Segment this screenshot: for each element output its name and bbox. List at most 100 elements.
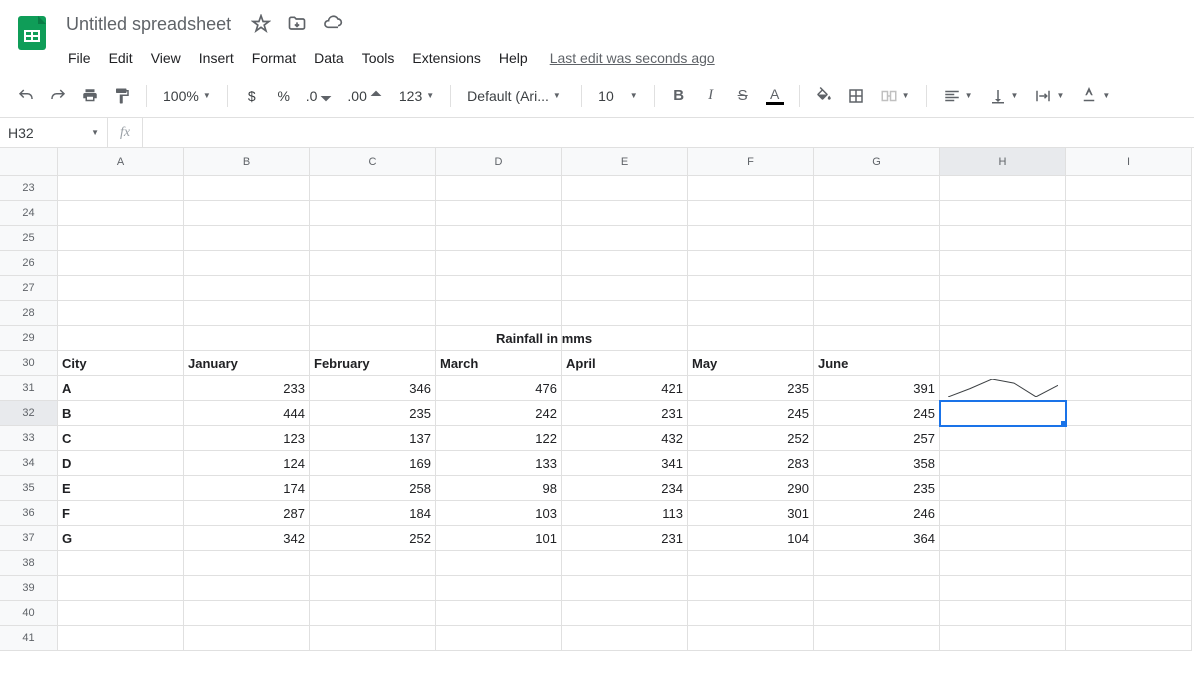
- cell[interactable]: E: [58, 476, 184, 501]
- cell[interactable]: [1066, 601, 1192, 626]
- cell[interactable]: [940, 551, 1066, 576]
- cell[interactable]: 98: [436, 476, 562, 501]
- menu-tools[interactable]: Tools: [354, 46, 403, 70]
- cell[interactable]: F: [58, 501, 184, 526]
- row-header[interactable]: 29: [0, 326, 58, 351]
- cell[interactable]: [436, 176, 562, 201]
- cell[interactable]: [1066, 351, 1192, 376]
- cell[interactable]: [310, 301, 436, 326]
- cell[interactable]: [562, 576, 688, 601]
- cell[interactable]: [184, 551, 310, 576]
- menu-help[interactable]: Help: [491, 46, 536, 70]
- cell[interactable]: [1066, 401, 1192, 426]
- col-header[interactable]: I: [1066, 148, 1192, 176]
- cell[interactable]: [58, 276, 184, 301]
- cell[interactable]: 258: [310, 476, 436, 501]
- cell[interactable]: 235: [688, 376, 814, 401]
- cell[interactable]: [436, 551, 562, 576]
- cell[interactable]: [310, 576, 436, 601]
- font-size-dropdown[interactable]: 10▼: [592, 82, 644, 110]
- cell[interactable]: [310, 226, 436, 251]
- cell[interactable]: [814, 551, 940, 576]
- cell[interactable]: [940, 576, 1066, 601]
- merge-cells-dropdown[interactable]: ▼: [874, 82, 916, 110]
- col-header[interactable]: A: [58, 148, 184, 176]
- move-folder-icon[interactable]: [285, 12, 309, 36]
- cell[interactable]: [58, 626, 184, 651]
- cell[interactable]: 233: [184, 376, 310, 401]
- doc-title[interactable]: Untitled spreadsheet: [60, 12, 237, 37]
- cell[interactable]: [1066, 476, 1192, 501]
- cell[interactable]: [688, 601, 814, 626]
- cell[interactable]: [562, 201, 688, 226]
- cell[interactable]: [940, 501, 1066, 526]
- row-header[interactable]: 40: [0, 601, 58, 626]
- cell[interactable]: 104: [688, 526, 814, 551]
- cell[interactable]: [562, 626, 688, 651]
- print-button[interactable]: [76, 82, 104, 110]
- cell[interactable]: [940, 601, 1066, 626]
- cell[interactable]: [940, 276, 1066, 301]
- increase-decimal-button[interactable]: .00: [343, 82, 388, 110]
- row-header[interactable]: 31: [0, 376, 58, 401]
- cell[interactable]: [184, 176, 310, 201]
- cell[interactable]: [436, 601, 562, 626]
- cell[interactable]: A: [58, 376, 184, 401]
- cell[interactable]: 252: [688, 426, 814, 451]
- bold-button[interactable]: B: [665, 82, 693, 110]
- borders-button[interactable]: [842, 82, 870, 110]
- spreadsheet-grid[interactable]: 23242526272829303132333435363738394041 A…: [0, 148, 1194, 651]
- cell[interactable]: 364: [814, 526, 940, 551]
- cell[interactable]: [814, 176, 940, 201]
- col-header[interactable]: B: [184, 148, 310, 176]
- cell[interactable]: 124: [184, 451, 310, 476]
- cell[interactable]: [814, 576, 940, 601]
- cell[interactable]: [310, 601, 436, 626]
- cell[interactable]: [1066, 526, 1192, 551]
- cell[interactable]: [436, 201, 562, 226]
- cell[interactable]: [184, 301, 310, 326]
- cell[interactable]: [688, 226, 814, 251]
- sheets-logo[interactable]: [12, 12, 52, 52]
- cell[interactable]: 234: [562, 476, 688, 501]
- cell[interactable]: [562, 226, 688, 251]
- cell[interactable]: 231: [562, 526, 688, 551]
- cell[interactable]: 245: [814, 401, 940, 426]
- cell[interactable]: [814, 626, 940, 651]
- cell[interactable]: March: [436, 351, 562, 376]
- cell[interactable]: 346: [310, 376, 436, 401]
- cell[interactable]: 246: [814, 501, 940, 526]
- row-header[interactable]: 26: [0, 251, 58, 276]
- cell[interactable]: [1066, 176, 1192, 201]
- cell[interactable]: [1066, 576, 1192, 601]
- font-dropdown[interactable]: Default (Ari...▼: [461, 82, 571, 110]
- cell[interactable]: [562, 301, 688, 326]
- row-header[interactable]: 37: [0, 526, 58, 551]
- cell[interactable]: [940, 476, 1066, 501]
- cell[interactable]: 341: [562, 451, 688, 476]
- cell[interactable]: [436, 626, 562, 651]
- cell[interactable]: [814, 201, 940, 226]
- cell[interactable]: [688, 576, 814, 601]
- cloud-status-icon[interactable]: [321, 12, 345, 36]
- star-icon[interactable]: [249, 12, 273, 36]
- row-header[interactable]: 24: [0, 201, 58, 226]
- cell[interactable]: [310, 276, 436, 301]
- cell[interactable]: 287: [184, 501, 310, 526]
- cell[interactable]: [940, 201, 1066, 226]
- cell[interactable]: [940, 226, 1066, 251]
- cell[interactable]: 231: [562, 401, 688, 426]
- fill-color-button[interactable]: [810, 82, 838, 110]
- cell[interactable]: 391: [814, 376, 940, 401]
- redo-button[interactable]: [44, 82, 72, 110]
- cell[interactable]: [436, 276, 562, 301]
- row-header[interactable]: 34: [0, 451, 58, 476]
- cell[interactable]: 257: [814, 426, 940, 451]
- cell[interactable]: [184, 276, 310, 301]
- cell[interactable]: [58, 176, 184, 201]
- text-rotation-dropdown[interactable]: ▼: [1074, 82, 1116, 110]
- row-header[interactable]: 27: [0, 276, 58, 301]
- undo-button[interactable]: [12, 82, 40, 110]
- cell[interactable]: [688, 326, 814, 351]
- row-header[interactable]: 33: [0, 426, 58, 451]
